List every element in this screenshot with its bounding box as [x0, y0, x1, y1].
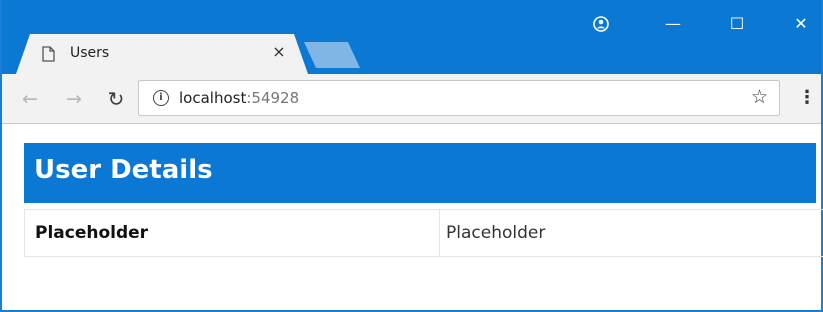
details-table: Placeholder Placeholder: [24, 209, 823, 257]
page-icon: [42, 46, 55, 62]
url-host: localhost: [179, 89, 247, 107]
browser-window: Users × — ☐ ✕ ← → ↻ i localhost:54928 ☆ …: [0, 0, 823, 312]
address-bar[interactable]: i localhost:54928 ☆: [138, 80, 780, 116]
detail-value: Placeholder: [446, 223, 546, 243]
close-window-button[interactable]: ✕: [786, 12, 816, 36]
url-text: localhost:54928: [179, 89, 299, 107]
menu-icon[interactable]: ⋮: [798, 86, 816, 110]
heading-banner: User Details: [24, 143, 816, 203]
back-button[interactable]: ←: [18, 87, 42, 111]
title-bar: Users × — ☐ ✕: [2, 0, 821, 74]
maximize-button[interactable]: ☐: [722, 12, 752, 36]
page-title: User Details: [34, 155, 213, 185]
browser-toolbar: ← → ↻ i localhost:54928 ☆ ⋮: [2, 74, 821, 124]
tab-close-button[interactable]: ×: [270, 42, 288, 62]
forward-button[interactable]: →: [62, 87, 86, 111]
reload-button[interactable]: ↻: [104, 87, 128, 111]
cell-divider: [439, 210, 440, 256]
minimize-button[interactable]: —: [658, 12, 688, 36]
detail-label: Placeholder: [35, 223, 149, 243]
tab-users[interactable]: Users ×: [16, 34, 308, 74]
info-icon[interactable]: i: [153, 90, 169, 106]
tab-title: Users: [70, 45, 110, 61]
profile-icon[interactable]: [586, 12, 616, 36]
new-tab-button[interactable]: [304, 42, 360, 68]
url-port: :54928: [246, 89, 300, 107]
star-icon[interactable]: ☆: [751, 86, 768, 108]
